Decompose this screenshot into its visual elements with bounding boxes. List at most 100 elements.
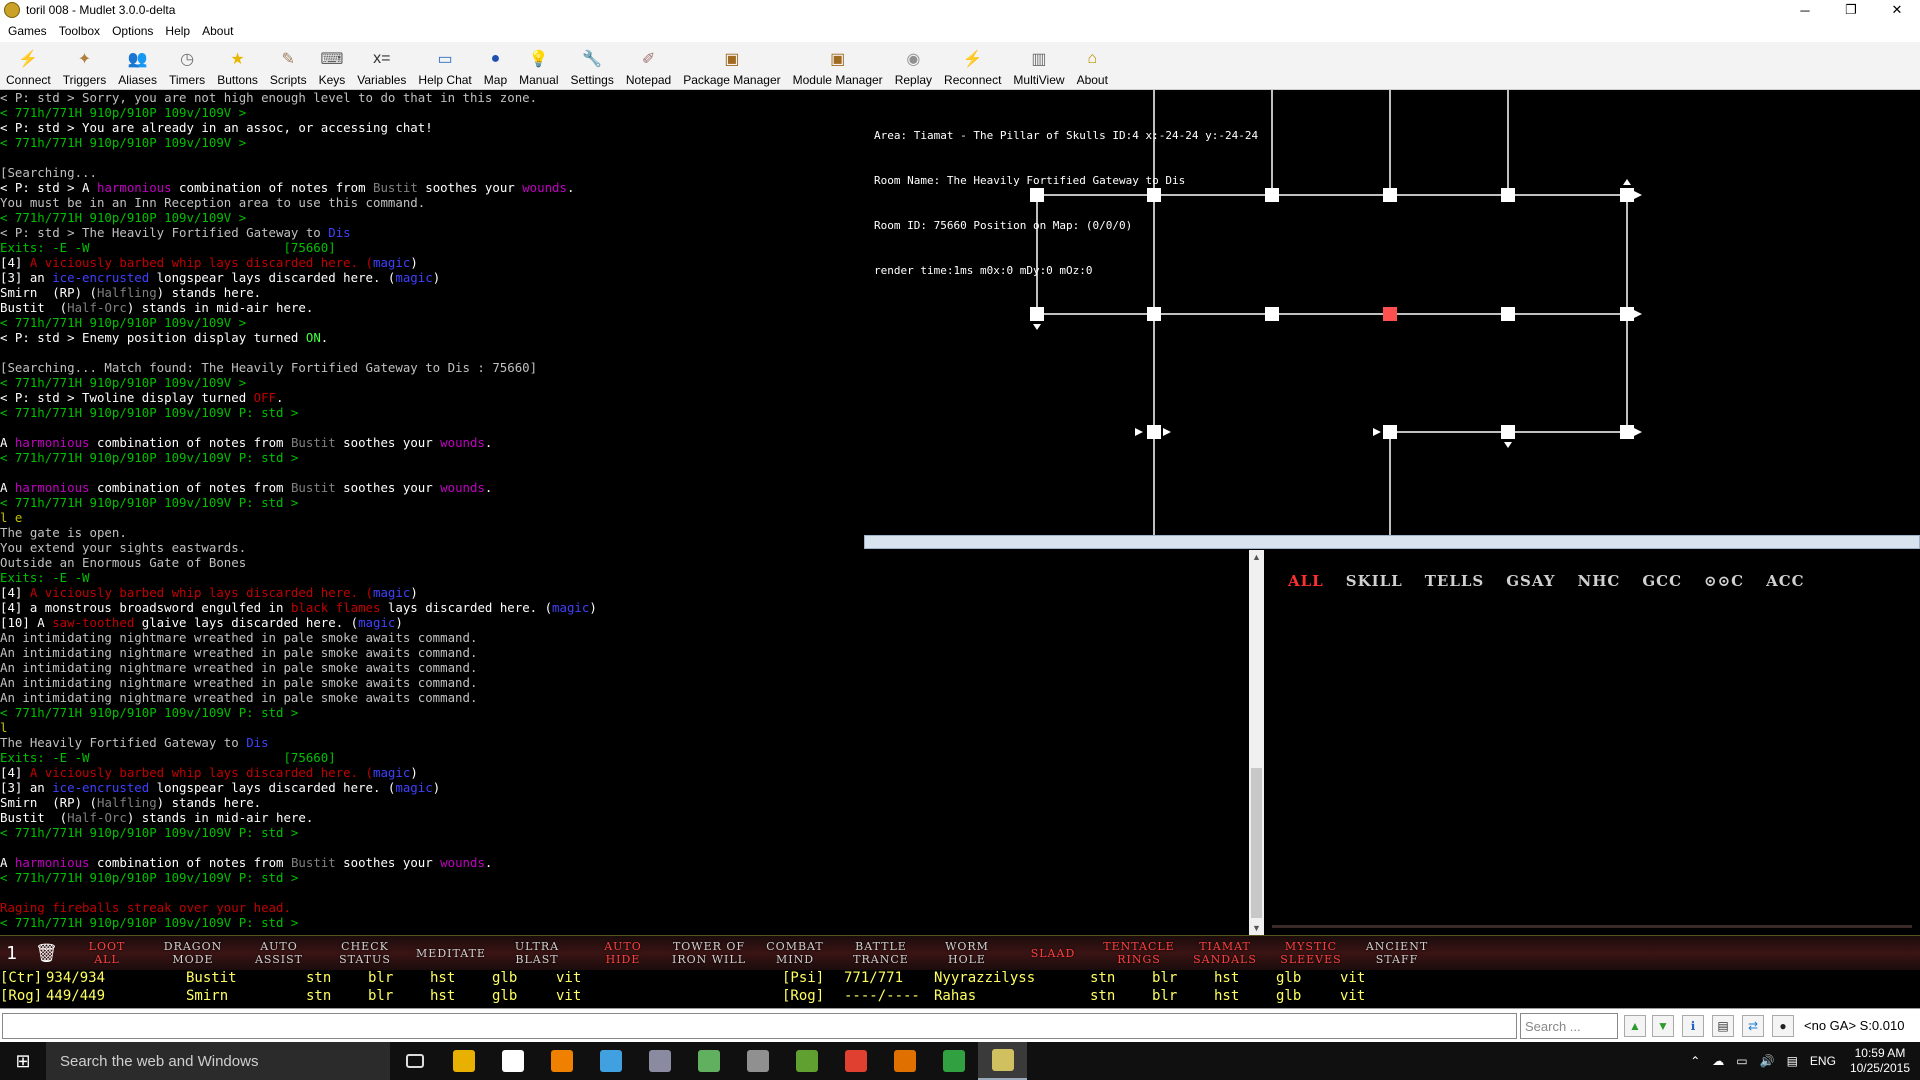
macro-button-ancient[interactable]: Ancient Staff <box>1354 936 1440 971</box>
toolbar-button-multiview[interactable]: ▥ MultiView <box>1007 41 1070 89</box>
scrollbar-thumb[interactable] <box>1251 768 1262 918</box>
toolbar-button-manual[interactable]: 💡 Manual <box>513 41 564 89</box>
scroll-down-icon[interactable]: ▼ <box>1652 1015 1674 1037</box>
library-icon[interactable] <box>635 1042 684 1080</box>
toolbar-button-reconnect[interactable]: ⚡ Reconnect <box>938 41 1007 89</box>
console-text: The Heavily Fortified Gateway to <box>0 735 247 750</box>
task-view-icon[interactable] <box>390 1042 439 1080</box>
macro-button-ultra[interactable]: Ultra Blast <box>494 936 580 971</box>
chat-tab-2[interactable]: TELLS <box>1425 572 1485 590</box>
excel-icon[interactable] <box>929 1042 978 1080</box>
network-tray-icon[interactable]: ▭ <box>1736 1054 1747 1068</box>
macro-button-auto[interactable]: Auto Hide <box>580 936 666 971</box>
app-blue-icon[interactable] <box>586 1042 635 1080</box>
macro-button-meditate[interactable]: Meditate <box>408 936 494 971</box>
language-indicator[interactable]: ENG <box>1810 1054 1836 1068</box>
store-icon[interactable] <box>488 1042 537 1080</box>
macro-button-mystic[interactable]: Mystic Sleeves <box>1268 936 1354 971</box>
toolbar-button-aliases[interactable]: 👥 Aliases <box>112 41 163 89</box>
clock[interactable]: 10:59 AM 10/25/2015 <box>1850 1046 1910 1076</box>
maximize-button[interactable]: ❐ <box>1828 0 1874 20</box>
editor-icon[interactable] <box>880 1042 929 1080</box>
notifications-icon[interactable]: ▤ <box>1787 1054 1798 1068</box>
macro-button-tiamat[interactable]: Tiamat Sandals <box>1182 936 1268 971</box>
green-app-icon[interactable] <box>782 1042 831 1080</box>
buffer-search-input[interactable]: Search ... <box>1520 1013 1618 1039</box>
toolbar-button-notepad[interactable]: ✐ Notepad <box>620 41 677 89</box>
chat-tab-4[interactable]: NHC <box>1578 572 1621 590</box>
macro-button-check[interactable]: Check Status <box>322 936 408 971</box>
minimize-button[interactable]: ─ <box>1782 0 1828 20</box>
group-status-cell: hst <box>1214 970 1240 986</box>
console-text: [4] <box>0 255 30 270</box>
console-scrollbar[interactable]: ▲ ▼ <box>1249 550 1264 935</box>
chat-tab-0[interactable]: ALL <box>1288 572 1324 590</box>
toolbar-button-map[interactable]: ● Map <box>478 41 513 89</box>
console-line: [4] A viciously barbed whip lays discard… <box>0 255 864 270</box>
macro-button-loot[interactable]: Loot All <box>64 936 150 971</box>
toolbar-button-timers[interactable]: ◷ Timers <box>163 41 211 89</box>
map-splitter[interactable] <box>864 535 1920 549</box>
macro-button-slaad[interactable]: Slaad <box>1010 936 1096 971</box>
vlc-icon[interactable] <box>537 1042 586 1080</box>
taskbar-search[interactable]: Search the web and Windows <box>46 1042 390 1080</box>
menu-options[interactable]: Options <box>106 24 159 38</box>
mudlet-icon[interactable] <box>978 1042 1027 1080</box>
console-text: An intimidating nightmare wreathed in pa… <box>0 645 478 660</box>
tray-chevron-icon[interactable]: ⌃ <box>1690 1054 1700 1068</box>
file-explorer-icon[interactable] <box>439 1042 488 1080</box>
chat-tab-6[interactable]: ⊙⊙C <box>1704 572 1744 590</box>
chat-tab-3[interactable]: GSAY <box>1506 572 1555 590</box>
network-icon[interactable]: ⇄ <box>1742 1015 1764 1037</box>
toolbar-button-variables[interactable]: x= Variables <box>351 41 412 89</box>
toolbar-button-module-manager[interactable]: ▣ Module Manager <box>787 41 889 89</box>
notepad-plus-icon[interactable] <box>684 1042 733 1080</box>
macro-button-battle[interactable]: Battle Trance <box>838 936 924 971</box>
macro-button-tentacle[interactable]: Tentacle Rings <box>1096 936 1182 971</box>
macro-button-worm[interactable]: Worm Hole <box>924 936 1010 971</box>
onedrive-icon[interactable]: ☁ <box>1712 1054 1724 1068</box>
macro-button-auto[interactable]: Auto Assist <box>236 936 322 971</box>
button-page-number[interactable]: 1 <box>6 943 17 964</box>
toolbar-button-help-chat[interactable]: ▭ Help Chat <box>412 41 477 89</box>
main-toolbar: ⚡ Connect ✦ Triggers 👥 Aliases ◷ Timers ★ Buttons… <box>0 42 1920 90</box>
command-input[interactable] <box>2 1013 1517 1039</box>
toolbar-button-connect[interactable]: ⚡ Connect <box>0 41 57 89</box>
scroll-down-arrow-icon[interactable]: ▼ <box>1249 921 1264 935</box>
console-text: An intimidating nightmare wreathed in pa… <box>0 675 478 690</box>
toolbar-button-label: Module Manager <box>792 73 883 87</box>
database-icon[interactable] <box>733 1042 782 1080</box>
scroll-up-arrow-icon[interactable]: ▲ <box>1249 550 1264 564</box>
chat-tab-1[interactable]: SKILL <box>1346 572 1403 590</box>
mapper-widget[interactable]: Area: Tiamat - The Pillar of Skulls ID:4… <box>864 90 1920 535</box>
toolbar-button-triggers[interactable]: ✦ Triggers <box>57 41 113 89</box>
menu-games[interactable]: Games <box>2 24 53 38</box>
windows-start-icon[interactable]: ⊞ <box>0 1042 46 1080</box>
menu-toolbox[interactable]: Toolbox <box>53 24 106 38</box>
info-icon[interactable]: ℹ <box>1682 1015 1704 1037</box>
macro-button-tower-of[interactable]: Tower of Iron Will <box>666 936 752 971</box>
volume-icon[interactable]: 🔊 <box>1760 1054 1775 1068</box>
toolbar-button-package-manager[interactable]: ▣ Package Manager <box>677 41 786 89</box>
toolbar-button-settings[interactable]: 🔧 Settings <box>564 41 619 89</box>
console-text: Halfling <box>96 285 157 300</box>
record-icon[interactable]: ● <box>1772 1015 1794 1037</box>
chrome-icon[interactable] <box>831 1042 880 1080</box>
main-console[interactable]: < P: std > Sorry, you are not high enoug… <box>0 90 864 935</box>
macro-button-combat[interactable]: Combat Mind <box>752 936 838 971</box>
toolbar-button-keys[interactable]: ⌨ Keys <box>313 41 352 89</box>
menu-help[interactable]: Help <box>159 24 196 38</box>
chat-tab-7[interactable]: ACC <box>1766 572 1805 590</box>
button-page-selector[interactable]: 1 🗑 <box>0 936 64 971</box>
toolbar-button-about[interactable]: ⌂ About <box>1071 41 1114 89</box>
chat-tab-5[interactable]: GCC <box>1642 572 1682 590</box>
trash-icon[interactable]: 🗑 <box>35 943 58 964</box>
close-button[interactable]: ✕ <box>1874 0 1920 20</box>
toolbar-button-buttons[interactable]: ★ Buttons <box>211 41 264 89</box>
toolbar-button-replay[interactable]: ◉ Replay <box>889 41 938 89</box>
macro-button-dragon[interactable]: Dragon Mode <box>150 936 236 971</box>
toolbar-button-scripts[interactable]: ✎ Scripts <box>264 41 313 89</box>
scroll-up-icon[interactable]: ▲ <box>1624 1015 1646 1037</box>
menu-about[interactable]: About <box>196 24 239 38</box>
timestamp-icon[interactable]: ▤ <box>1712 1015 1734 1037</box>
